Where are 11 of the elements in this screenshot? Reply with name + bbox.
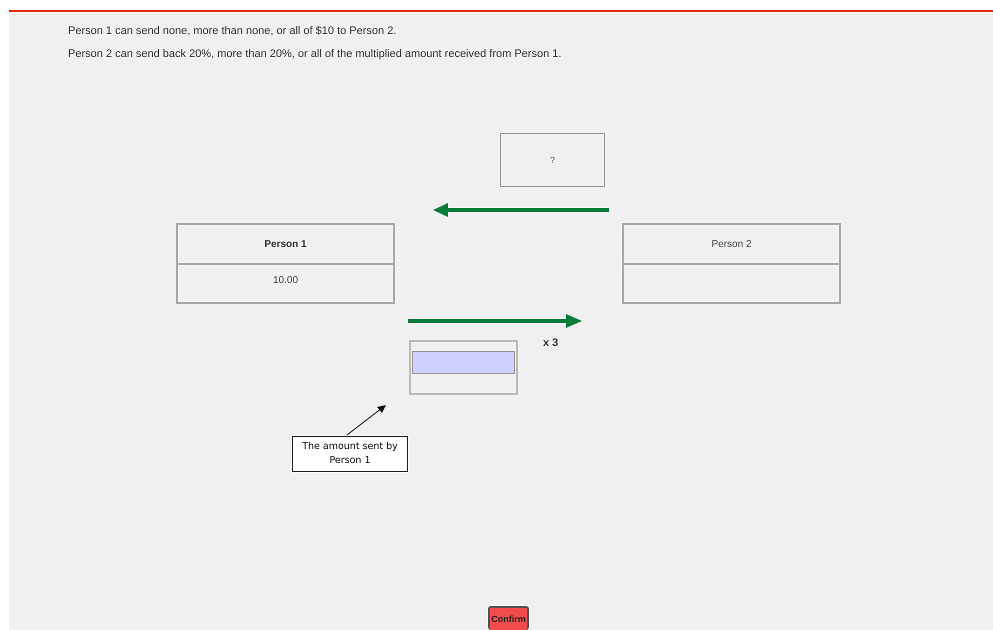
pointer-arrow <box>346 404 387 436</box>
amount-input-field[interactable] <box>409 340 518 395</box>
player-name: Person 2 <box>624 225 839 265</box>
callout-note: The amount sent by Person 1 <box>292 436 408 472</box>
instruction-text: Person 2 can send back 20%, more than 20%, or all of the multiplied amount received from Person 1. <box>68 48 562 60</box>
multiplier-label: x 3 <box>543 337 558 349</box>
confirm-button[interactable]: Confirm <box>488 606 529 630</box>
player-name: Person 1 <box>178 225 393 265</box>
instruction-text: Person 1 can send none, more than none, or all of $10 to Person 2. <box>68 25 396 37</box>
player-amount: 10.00 <box>272 275 298 286</box>
return-amount: ? <box>550 155 555 165</box>
